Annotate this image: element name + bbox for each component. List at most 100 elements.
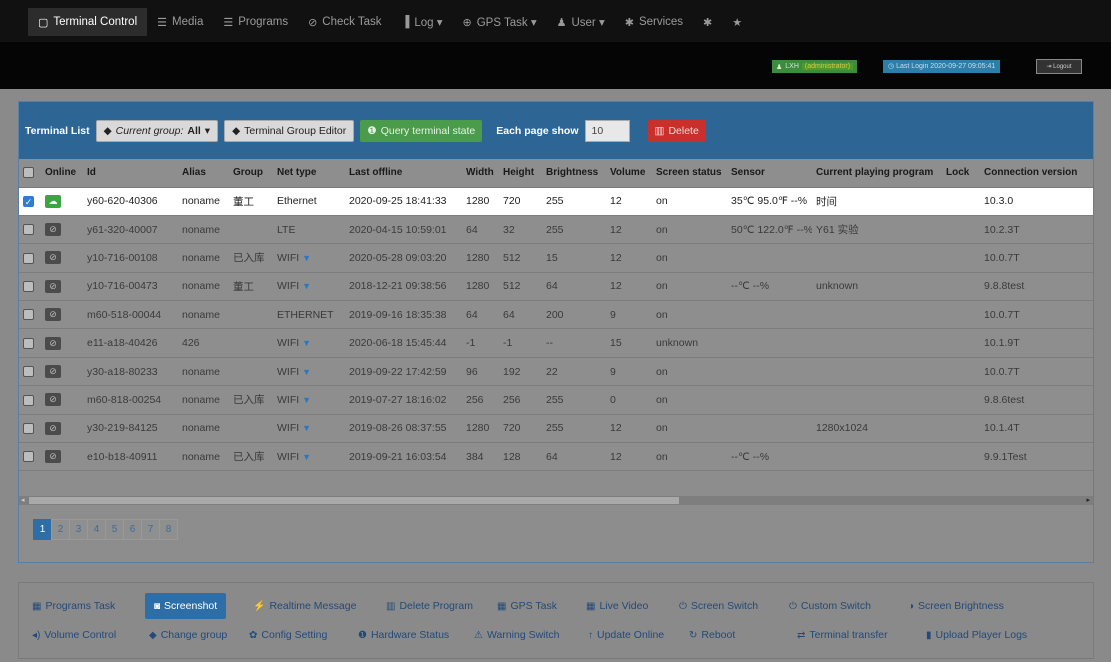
page-1[interactable]: 1: [33, 519, 52, 540]
checkbox[interactable]: ✓: [23, 195, 34, 207]
nav-item-6[interactable]: ♟ User ▾: [547, 8, 615, 36]
page-3[interactable]: 3: [69, 519, 88, 540]
action-screenshot[interactable]: ◙ Screenshot: [145, 593, 227, 619]
row-checkbox[interactable]: [19, 243, 41, 273]
table-row[interactable]: ⊘ y10-716-00473 noname 董工 WIFI ▼ 2018-12-21 09…: [19, 272, 1093, 302]
nav-item-1[interactable]: ☰ Media: [147, 8, 213, 36]
nav-item-3[interactable]: ⊘ Check Task: [298, 8, 391, 36]
scrollbar-thumb[interactable]: [29, 497, 679, 504]
action-upload-player-logs[interactable]: ▮ Upload Player Logs: [926, 622, 1027, 648]
table-row[interactable]: ⊘ m60-818-00254 noname 已入库 WIFI ▼ 2019-07-27 1…: [19, 385, 1093, 415]
checkbox[interactable]: [23, 366, 34, 378]
row-checkbox[interactable]: ✓: [19, 187, 41, 216]
col-header[interactable]: Current playing program: [812, 159, 942, 188]
checkbox[interactable]: [23, 224, 34, 236]
page-4[interactable]: 4: [87, 519, 106, 540]
table-row[interactable]: ⊘ y61-320-40007 noname LTE 2020-04-15 10:59:…: [19, 215, 1093, 245]
page-5[interactable]: 5: [105, 519, 124, 540]
table-row[interactable]: ⊘ e10-b18-40911 noname 已入库 WIFI ▼ 2019-09-21 1…: [19, 442, 1093, 472]
checkbox[interactable]: [23, 423, 34, 435]
page-2[interactable]: 2: [51, 519, 70, 540]
col-header[interactable]: Online: [41, 159, 83, 188]
action-realtime-message[interactable]: ⚡ Realtime Message: [253, 593, 356, 619]
nav-item-7[interactable]: ✱ Services: [615, 8, 693, 36]
action-screen-brightness[interactable]: ◑ Screen Brightness: [908, 593, 1004, 619]
col-header[interactable]: Height: [499, 159, 542, 188]
col-header[interactable]: Connection version: [980, 159, 1093, 188]
col-header[interactable]: Brightness: [542, 159, 606, 188]
nav-item-4[interactable]: ▐ Log ▾: [392, 8, 453, 36]
checkbox[interactable]: [23, 451, 34, 463]
action-delete-program[interactable]: ▥ Delete Program: [386, 593, 473, 619]
checkbox[interactable]: [23, 337, 34, 349]
action-change-group[interactable]: ◆ Change group: [149, 622, 227, 648]
user-badge[interactable]: ♟ LXH (administrator): [772, 60, 858, 73]
checkbox[interactable]: [23, 394, 34, 406]
action-hardware-status[interactable]: ❶ Hardware Status: [358, 622, 449, 648]
action-programs-task[interactable]: ▦ Programs Task: [32, 593, 115, 619]
action-screen-switch[interactable]: ⏻ Screen Switch: [679, 593, 758, 619]
cell-text: 12: [610, 223, 622, 236]
horizontal-scrollbar[interactable]: ◂ ▸: [19, 496, 1093, 505]
col-header[interactable]: Width: [462, 159, 499, 188]
action-terminal-transfer[interactable]: ⇄ Terminal transfer: [797, 622, 888, 648]
row-checkbox[interactable]: [19, 300, 41, 330]
select-all-checkbox[interactable]: [19, 159, 41, 188]
current-group-dropdown[interactable]: ◆ Current group: All ▾: [95, 119, 219, 142]
col-header[interactable]: Volume: [606, 159, 652, 188]
current-group-prefix: Current group:: [115, 124, 184, 137]
action-gps-task[interactable]: ▦ GPS Task: [497, 593, 557, 619]
row-checkbox[interactable]: [19, 385, 41, 415]
col-header[interactable]: Lock: [942, 159, 980, 188]
checkbox[interactable]: [23, 252, 34, 264]
page-6[interactable]: 6: [123, 519, 142, 540]
table-row[interactable]: ⊘ y30-a18-80233 noname WIFI ▼ 2019-09-22 17:4…: [19, 357, 1093, 387]
nav-item-9[interactable]: ★: [722, 8, 752, 36]
cell-text: Ethernet: [277, 195, 317, 208]
checkbox[interactable]: [23, 309, 34, 321]
query-state-button[interactable]: ❶ Query terminal state: [360, 119, 483, 142]
table-row[interactable]: ⊘ y30-219-84125 noname WIFI ▼ 2019-08-26 08:3…: [19, 414, 1093, 444]
action-custom-switch[interactable]: ⏻ Custom Switch: [789, 593, 871, 619]
scroll-right-icon[interactable]: ▸: [1086, 496, 1090, 504]
table-row[interactable]: ⊘ m60-518-00044 noname ETHERNET 2019-09-16 1…: [19, 300, 1093, 330]
row-checkbox[interactable]: [19, 357, 41, 387]
row-checkbox[interactable]: [19, 442, 41, 472]
wifi-icon: ▼: [302, 281, 312, 292]
table-row[interactable]: ⊘ y10-716-00108 noname 已入库 WIFI ▼ 2020-05-28 0…: [19, 243, 1093, 273]
group-editor-button[interactable]: ◆ Terminal Group Editor: [224, 119, 355, 142]
action-warning-switch[interactable]: ⚠ Warning Switch: [474, 622, 560, 648]
nav-item-0[interactable]: ▢ Terminal Control: [28, 8, 148, 36]
table-row[interactable]: ⊘ e11-a18-40426 426 WIFI ▼ 2020-06-18 15:45:4…: [19, 328, 1093, 358]
page-8[interactable]: 8: [159, 519, 178, 540]
col-header[interactable]: Last offline: [345, 159, 462, 188]
table-row[interactable]: ✓ ☁ y60-620-40306 noname 董工 Ethernet 2020-09-2…: [19, 187, 1093, 216]
col-header[interactable]: Group: [229, 159, 273, 188]
action-reboot[interactable]: ↻ Reboot: [689, 622, 735, 648]
row-checkbox[interactable]: [19, 272, 41, 302]
page-7[interactable]: 7: [141, 519, 160, 540]
logout-button[interactable]: ⇥ Logout: [1036, 59, 1082, 74]
action-live-video[interactable]: ▦ Live Video: [586, 593, 648, 619]
page-size-input[interactable]: 10: [584, 119, 630, 142]
cell-sensor: [727, 300, 812, 330]
cell-text: 64: [546, 450, 558, 463]
delete-button[interactable]: ▥ Delete: [647, 119, 706, 142]
col-header[interactable]: Alias: [178, 159, 229, 188]
row-checkbox[interactable]: [19, 215, 41, 245]
scroll-left-icon[interactable]: ◂: [21, 496, 25, 504]
nav-item-5[interactable]: ⊕ GPS Task ▾: [452, 8, 546, 36]
action-volume-control[interactable]: ◂) Volume Control: [32, 622, 116, 648]
nav-item-8[interactable]: ✱: [693, 8, 722, 36]
col-header[interactable]: Net type: [273, 159, 345, 188]
action-update-online[interactable]: ↑ Update Online: [588, 622, 664, 648]
col-header[interactable]: Screen status: [652, 159, 727, 188]
nav-item-2[interactable]: ☰ Programs: [213, 8, 298, 36]
cell-text: 720: [503, 195, 521, 208]
checkbox[interactable]: [23, 281, 34, 293]
col-header[interactable]: Id: [83, 159, 178, 188]
col-header[interactable]: Sensor: [727, 159, 812, 188]
action-config-setting[interactable]: ✿ Config Setting: [249, 622, 327, 648]
row-checkbox[interactable]: [19, 414, 41, 444]
row-checkbox[interactable]: [19, 328, 41, 358]
